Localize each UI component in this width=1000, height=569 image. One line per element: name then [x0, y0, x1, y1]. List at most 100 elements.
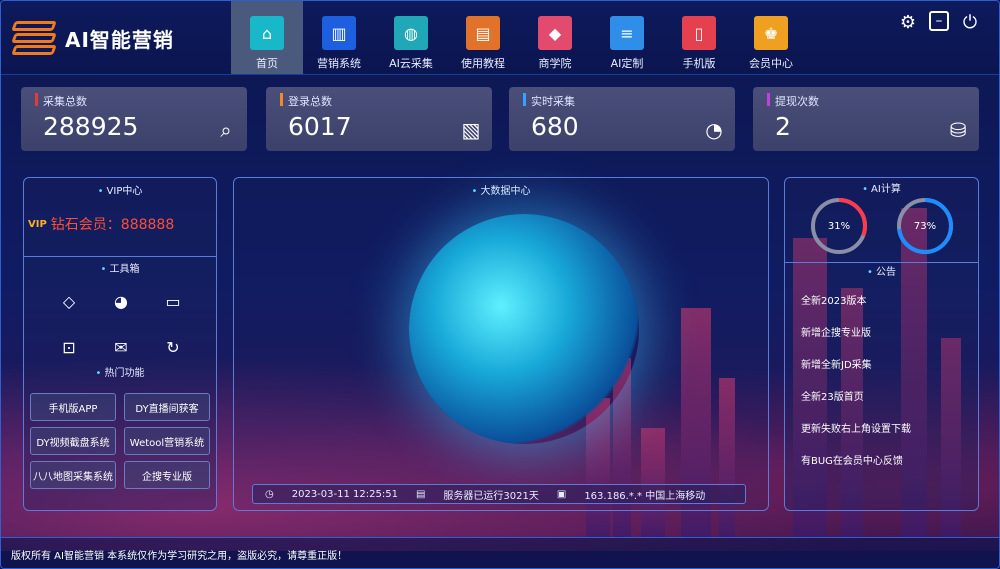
gear-icon[interactable]: ⚙ — [897, 11, 919, 33]
layers-logo-icon — [11, 21, 57, 55]
nav-label: AI云采集 — [389, 57, 433, 70]
notice-item[interactable]: 全新2023版本 — [801, 292, 866, 307]
left-panel: VIP中心 VIP 钻石会员：888888 工具箱 ◇ ◕ ▭ ⊡ ✉ ↻ 热门… — [23, 177, 217, 511]
safe-icon[interactable]: ⊡ — [56, 334, 82, 360]
top-header: AI智能营销 ⌂ 首页 ▥ 营销系统 ◍ AI云采集 ▤ 使用教程 ◆ 商学院 ≡ AI定制 ▯ 手机版 ♚… — [1, 1, 999, 75]
server-uptime: 服务器已运行3021天 — [443, 490, 539, 502]
nav-icon: ▥ — [322, 16, 356, 50]
refresh-icon[interactable]: ↻ — [160, 334, 186, 360]
hot-feature-button[interactable]: 八八地图采集系统 — [30, 461, 116, 489]
nav-icon: ♚ — [754, 16, 788, 50]
nav-label: 使用教程 — [461, 57, 505, 70]
server-icon: ▤ — [415, 488, 426, 500]
nav-item-7[interactable]: ♚ 会员中心 — [735, 1, 807, 74]
stat-icon: ▧ — [461, 118, 481, 142]
palette-icon[interactable]: ◕ — [108, 288, 134, 314]
server-ip: 163.186.*.* 中国上海移动 — [584, 490, 706, 502]
notice-item[interactable]: 更新失败右上角设置下载 — [801, 420, 911, 435]
gauge-percent: 31% — [827, 220, 851, 232]
stat-value: 680 — [531, 112, 579, 141]
app-window: AI智能营销 ⌂ 首页 ▥ 营销系统 ◍ AI云采集 ▤ 使用教程 ◆ 商学院 ≡ AI定制 ▯ 手机版 ♚… — [0, 0, 1000, 569]
footer: 版权所有 AI智能营销 本系统仅作为学习研究之用，盗版必究，请尊重正版！ — [1, 537, 999, 568]
monitor-download-icon[interactable]: ▭ — [160, 288, 186, 314]
nav-item-3[interactable]: ▤ 使用教程 — [447, 1, 519, 74]
notice-title: 公告 — [785, 263, 978, 278]
nav-item-6[interactable]: ▯ 手机版 — [663, 1, 735, 74]
stat-label: 登录总数 — [288, 95, 332, 108]
globe-image — [409, 214, 639, 444]
mail-icon[interactable]: ✉ — [108, 334, 134, 360]
nav-label: 营销系统 — [317, 57, 361, 70]
nav-label: AI定制 — [610, 57, 644, 70]
hot-feature-button[interactable]: DY直播间获客 — [124, 393, 210, 421]
nav-icon: ◆ — [538, 16, 572, 50]
diamond-icon[interactable]: ◇ — [56, 288, 82, 314]
server-time: 2023-03-11 12:25:51 — [291, 488, 398, 500]
nav-item-0[interactable]: ⌂ 首页 — [231, 1, 303, 74]
hot-feature-button[interactable]: Wetool营销系统 — [124, 427, 210, 455]
clock-icon: ◷ — [265, 488, 274, 500]
stat-card: 实时采集 680 ◔ — [509, 87, 735, 151]
accent-bar — [280, 93, 283, 106]
vip-title: VIP中心 — [24, 182, 216, 197]
gauge-percent: 73% — [913, 220, 937, 232]
toolbox-title: 工具箱 — [24, 260, 216, 275]
nav-label: 手机版 — [682, 57, 716, 70]
stat-card: 提现次数 2 ⛁ — [753, 87, 979, 151]
nav-icon: ≡ — [610, 16, 644, 50]
nav-label: 会员中心 — [749, 57, 793, 70]
app-logo: AI智能营销 — [11, 21, 174, 55]
nav-icon: ◍ — [394, 16, 428, 50]
stat-label: 提现次数 — [775, 95, 819, 108]
center-title: 大数据中心 — [234, 182, 768, 197]
center-panel: 大数据中心 ◷ 2023-03-11 12:25:51 ▤ 服务器已运行3021… — [233, 177, 769, 511]
nav-icon: ▤ — [466, 16, 500, 50]
nav-label: 商学院 — [538, 57, 572, 70]
stat-value: 6017 — [288, 112, 352, 141]
stat-label: 采集总数 — [43, 95, 87, 108]
notice-item[interactable]: 新增全新JD采集 — [801, 356, 872, 371]
stat-icon: ◔ — [705, 118, 723, 142]
stat-icon: ⛁ — [949, 118, 967, 142]
accent-bar — [35, 93, 38, 106]
power-icon[interactable]: ⏻ — [959, 11, 981, 33]
ip-icon: ▣ — [556, 488, 567, 500]
crown-icon: VIP — [28, 218, 47, 230]
nav-label: 首页 — [256, 57, 278, 70]
hot-feature-button[interactable]: 企搜专业版 — [124, 461, 210, 489]
copyright-text: 版权所有 AI智能营销 本系统仅作为学习研究之用，盗版必究，请尊重正版！ — [11, 551, 348, 562]
vip-level-text: 钻石会员：888888 — [50, 217, 175, 233]
nav-item-2[interactable]: ◍ AI云采集 — [375, 1, 447, 74]
nav-item-1[interactable]: ▥ 营销系统 — [303, 1, 375, 74]
toolbox-grid: ◇ ◕ ▭ ⊡ ✉ ↻ — [56, 288, 198, 360]
hot-feature-button[interactable]: DY视频截盘系统 — [30, 427, 116, 455]
nav-icon: ▯ — [682, 16, 716, 50]
accent-bar — [767, 93, 770, 106]
ai-gauge: 73% — [895, 196, 955, 256]
hot-features-grid: 手机版APP DY直播间获客 DY视频截盘系统 Wetool营销系统 八八地图采集系统企… — [30, 393, 210, 489]
nav-icon: ⌂ — [250, 16, 284, 50]
window-controls: ⚙ – ⏻ — [897, 11, 981, 33]
notice-item[interactable]: 新增企搜专业版 — [801, 324, 871, 339]
accent-bar — [523, 93, 526, 106]
minimize-icon[interactable]: – — [929, 11, 949, 31]
server-status-bar: ◷ 2023-03-11 12:25:51 ▤ 服务器已运行3021天 ▣ 16… — [252, 484, 746, 504]
main-nav: ⌂ 首页 ▥ 营销系统 ◍ AI云采集 ▤ 使用教程 ◆ 商学院 ≡ AI定制 ▯ 手机版 ♚ 会员中心 — [231, 1, 807, 74]
hot-feature-button[interactable]: 手机版APP — [30, 393, 116, 421]
right-panel: AI计算 31% 73% 公告 全新2023版本新增企搜专业版新增全新JD采集全新… — [784, 177, 979, 511]
stat-value: 2 — [775, 112, 791, 141]
stat-card: 采集总数 288925 ⌕ — [21, 87, 247, 151]
hot-title: 热门功能 — [24, 364, 216, 379]
stat-label: 实时采集 — [531, 95, 575, 108]
notice-item[interactable]: 全新23版首页 — [801, 388, 864, 403]
app-title: AI智能营销 — [65, 27, 174, 52]
ai-gauge: 31% — [809, 196, 869, 256]
ai-title: AI计算 — [785, 180, 978, 195]
nav-item-5[interactable]: ≡ AI定制 — [591, 1, 663, 74]
nav-item-4[interactable]: ◆ 商学院 — [519, 1, 591, 74]
notice-item[interactable]: 有BUG在会员中心反馈 — [801, 452, 903, 467]
stat-icon: ⌕ — [220, 118, 232, 142]
stat-card: 登录总数 6017 ▧ — [266, 87, 492, 151]
vip-badge: VIP 钻石会员：888888 — [28, 214, 174, 234]
divider — [24, 256, 216, 257]
